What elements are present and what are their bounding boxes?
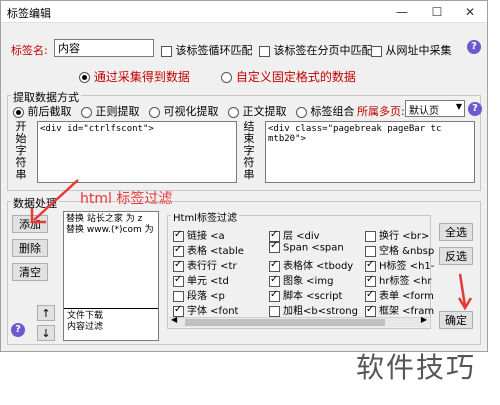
arrow-to-confirm [457, 273, 473, 311]
arrow-to-add [30, 179, 79, 224]
watermark-text: 软件技巧 [356, 351, 477, 384]
arrow-line [33, 179, 79, 221]
annotation-arrows [30, 179, 473, 311]
